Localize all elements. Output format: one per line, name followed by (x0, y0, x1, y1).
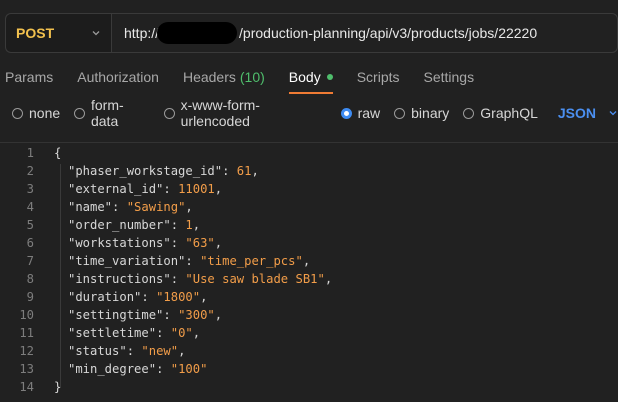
radio-icon (394, 107, 406, 119)
code-line: 6 "workstations": "63", (0, 234, 222, 252)
chevron-down-icon (92, 31, 100, 36)
url-input[interactable]: http:// /production-planning/api/v3/prod… (111, 13, 618, 53)
method-select[interactable]: POST (5, 13, 111, 53)
line-number: 11 (19, 326, 34, 340)
tab-body[interactable]: Body (284, 60, 345, 94)
line-number: 10 (19, 308, 34, 322)
option-x-www-form-urlencoded[interactable]: x-www-form-urlencoded (163, 97, 327, 129)
url-prefix: http:// (124, 25, 160, 41)
code-line: 10 "settingtime": "300", (0, 306, 222, 324)
line-number: 7 (26, 254, 34, 268)
code-text: "time_variation": "time_per_pcs", (68, 254, 311, 268)
method-label: POST (16, 25, 55, 41)
code-text: "workstations": "63", (68, 236, 223, 250)
indent-guide (60, 164, 61, 388)
code-text: "order_number": 1, (68, 218, 201, 232)
request-bar: POST http:// /production-planning/api/v3… (5, 13, 618, 53)
headers-count-badge: (10) (239, 69, 265, 85)
code-text: } (54, 380, 62, 394)
option-raw[interactable]: raw (340, 105, 380, 121)
line-number: 9 (26, 290, 34, 304)
code-text: "name": "Sawing", (68, 200, 193, 214)
code-line: 5 "order_number": 1, (0, 216, 200, 234)
option-form-data[interactable]: form-data (74, 97, 150, 129)
line-number: 2 (26, 164, 34, 178)
line-number: 8 (26, 272, 34, 286)
radio-icon (12, 107, 23, 119)
code-line: 9 "duration": "1800", (0, 288, 208, 306)
code-text: "settletime": "0", (68, 326, 201, 340)
chevron-down-icon (609, 111, 617, 116)
code-line: 2 "phaser_workstage_id": 61, (0, 162, 259, 180)
code-editor[interactable]: 1{2 "phaser_workstage_id": 61, 3 "external_… (0, 142, 618, 402)
code-line: 14} (0, 378, 61, 396)
option-graphql[interactable]: GraphQL (463, 105, 538, 121)
line-number: 14 (19, 380, 34, 394)
line-number: 5 (26, 218, 34, 232)
body-type-options: none form-data x-www-form-urlencoded raw… (12, 97, 618, 129)
redacted-host (157, 22, 238, 44)
radio-icon (163, 107, 175, 119)
tab-settings[interactable]: Settings (419, 60, 487, 94)
format-select[interactable]: JSON (558, 105, 618, 121)
code-line: 12 "status": "new", (0, 342, 185, 360)
code-text: "status": "new", (68, 344, 186, 358)
option-none[interactable]: none (12, 105, 60, 121)
line-number: 4 (26, 200, 34, 214)
body-active-dot-icon (326, 74, 333, 80)
tab-params[interactable]: Params (0, 60, 65, 94)
code-text: "duration": "1800", (68, 290, 208, 304)
code-line: 7 "time_variation": "time_per_pcs", (0, 252, 311, 270)
line-number: 12 (19, 344, 34, 358)
code-line: 3 "external_id": 11001, (0, 180, 222, 198)
url-path: /production-planning/api/v3/products/job… (239, 25, 538, 41)
code-text: "external_id": 11001, (68, 182, 223, 196)
code-line: 1{ (0, 144, 62, 162)
line-number: 13 (19, 362, 34, 376)
line-number: 1 (26, 146, 34, 160)
radio-icon (74, 107, 85, 119)
code-text: "min_degree": "100" (68, 362, 208, 376)
radio-selected-icon (340, 107, 352, 119)
request-tabs: Params Authorization Headers (10) Body Sc… (0, 60, 493, 94)
code-line: 13 "min_degree": "100" (0, 360, 207, 378)
code-line: 4 "name": "Sawing", (0, 198, 193, 216)
code-text: "phaser_workstage_id": 61, (68, 164, 259, 178)
code-line: 11 "settletime": "0", (0, 324, 200, 342)
radio-icon (463, 107, 475, 119)
line-number: 3 (26, 182, 34, 196)
code-text: "instructions": "Use saw blade SB1", (68, 272, 333, 286)
code-text: "settingtime": "300", (68, 308, 223, 322)
option-binary[interactable]: binary (394, 105, 449, 121)
tab-headers[interactable]: Headers (10) (178, 60, 277, 94)
code-text: { (54, 146, 62, 160)
format-label: JSON (557, 105, 596, 121)
tab-scripts[interactable]: Scripts (352, 60, 412, 94)
code-line: 8 "instructions": "Use saw blade SB1", (0, 270, 333, 288)
tab-authorization[interactable]: Authorization (72, 60, 171, 94)
line-number: 6 (26, 236, 34, 250)
